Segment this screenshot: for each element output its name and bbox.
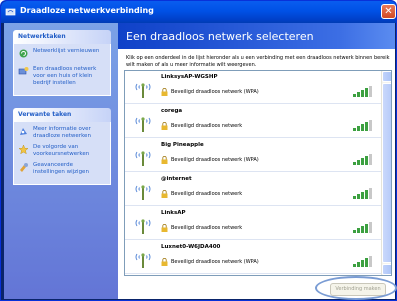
network-tasks-header[interactable]: Netwerktaken (13, 30, 111, 44)
window-title: Draadloze netwerkverbinding (20, 6, 154, 15)
network-name: corega (161, 108, 183, 114)
info-icon (20, 128, 27, 135)
signal-strength-icon (353, 222, 372, 233)
network-name: @internet (161, 176, 192, 182)
network-list-scrollbar[interactable] (381, 71, 391, 275)
refresh-icon (19, 49, 28, 58)
scroll-down-button[interactable] (382, 264, 391, 275)
related-tasks-header[interactable]: Verwante taken (13, 108, 111, 122)
network-item[interactable]: Big Pineapple Beveiligd draadloos netwer… (125, 139, 381, 172)
refresh-network-list-link[interactable]: Netwerklijst vernieuwen (18, 48, 106, 62)
task-pane: Netwerktaken Netwerklijst vernieuwen Een… (4, 23, 118, 299)
wireless-antenna-icon (135, 117, 151, 132)
network-item[interactable]: Luxnet0-W6JDA400 Beveiligd draadloos net… (125, 241, 381, 274)
wireless-network-icon (5, 8, 16, 16)
signal-strength-icon (353, 86, 372, 97)
main-panel: Een draadloos netwerk selecteren Klik op… (118, 23, 395, 299)
settings-icon (20, 163, 28, 172)
close-button[interactable]: ✕ (381, 4, 396, 19)
advanced-settings-link[interactable]: Geavanceerde instellingen wijzigen (18, 162, 106, 176)
network-security: Beveiligd draadloos netwerk (171, 123, 243, 129)
network-tasks-body: Netwerklijst vernieuwen Een draadloos ne… (13, 44, 111, 96)
network-security: Beveiligd draadloos netwerk (171, 191, 243, 197)
lock-icon (161, 258, 168, 266)
network-name: Luxnet0-W6JDA400 (161, 244, 221, 250)
network-list[interactable]: LinksysAP-WGSHP Beveiligd draadloos netw… (124, 70, 392, 276)
wireless-antenna-icon (135, 219, 151, 234)
close-icon: ✕ (384, 6, 393, 17)
lock-icon (161, 88, 168, 96)
related-tasks-body: Meer informatie over draadloze netwerken… (13, 122, 111, 185)
preferred-networks-order-label: De volgorde van voorkeursnetwerken (33, 144, 90, 157)
lock-icon (161, 190, 168, 198)
scroll-up-button[interactable] (382, 71, 391, 82)
setup-wireless-network-label: Een draadloos netwerk voor een huis of k… (33, 66, 97, 86)
scroll-thumb[interactable] (382, 83, 391, 263)
preferred-networks-order-link[interactable]: De volgorde van voorkeursnetwerken (18, 144, 106, 158)
network-name: LinksysAP-WGSHP (161, 74, 218, 80)
network-security: Beveiligd draadloos netwerk (WPA) (171, 157, 259, 163)
lock-icon (161, 122, 168, 130)
wireless-antenna-icon (135, 253, 151, 268)
network-item[interactable]: @internet Beveiligd draadloos netwerk (125, 173, 381, 206)
lock-icon (161, 224, 168, 232)
wireless-antenna-icon (135, 151, 151, 166)
signal-strength-icon (353, 154, 372, 165)
network-tasks-group: Netwerktaken Netwerklijst vernieuwen Een… (13, 30, 111, 96)
setup-network-icon (18, 67, 29, 75)
main-header: Een draadloos netwerk selecteren (118, 23, 395, 49)
network-item[interactable]: corega Beveiligd draadloos netwerk (125, 105, 381, 138)
signal-strength-icon (353, 120, 372, 131)
page-title: Een draadloos netwerk selecteren (126, 30, 314, 43)
signal-strength-icon (353, 256, 372, 267)
setup-wireless-network-link[interactable]: Een draadloos netwerk voor een huis of k… (18, 66, 106, 87)
wireless-antenna-icon (135, 185, 151, 200)
window-client-area: Netwerktaken Netwerklijst vernieuwen Een… (4, 23, 395, 299)
network-name: LinksAP (161, 210, 186, 216)
wireless-connection-window: Draadloze netwerkverbinding ✕ Netwerktak… (0, 0, 397, 301)
network-security: Beveiligd draadloos netwerk (WPA) (171, 259, 259, 265)
signal-strength-icon (353, 188, 372, 199)
network-security: Beveiligd draadloos netwerk (WPA) (171, 89, 259, 95)
advanced-settings-label: Geavanceerde instellingen wijzigen (33, 162, 89, 175)
highlight-annotation (315, 276, 397, 300)
network-security: Beveiligd draadloos netwerk (171, 225, 243, 231)
related-tasks-group: Verwante taken Meer informatie over draa… (13, 108, 111, 185)
wireless-antenna-icon (135, 83, 151, 98)
instructions-text: Klik op een onderdeel in de lijst hieron… (126, 55, 390, 68)
star-icon (18, 144, 29, 155)
learn-wireless-link[interactable]: Meer informatie over draadloze netwerken (18, 126, 106, 140)
network-item[interactable]: LinksysAP-WGSHP Beveiligd draadloos netw… (125, 71, 381, 104)
lock-icon (161, 156, 168, 164)
learn-wireless-label: Meer informatie over draadloze netwerken (33, 126, 91, 139)
network-item[interactable]: LinksAP Beveiligd draadloos netwerk (125, 207, 381, 240)
title-bar[interactable]: Draadloze netwerkverbinding ✕ (1, 1, 396, 23)
network-name: Big Pineapple (161, 142, 204, 148)
refresh-network-list-label: Netwerklijst vernieuwen (33, 48, 100, 54)
